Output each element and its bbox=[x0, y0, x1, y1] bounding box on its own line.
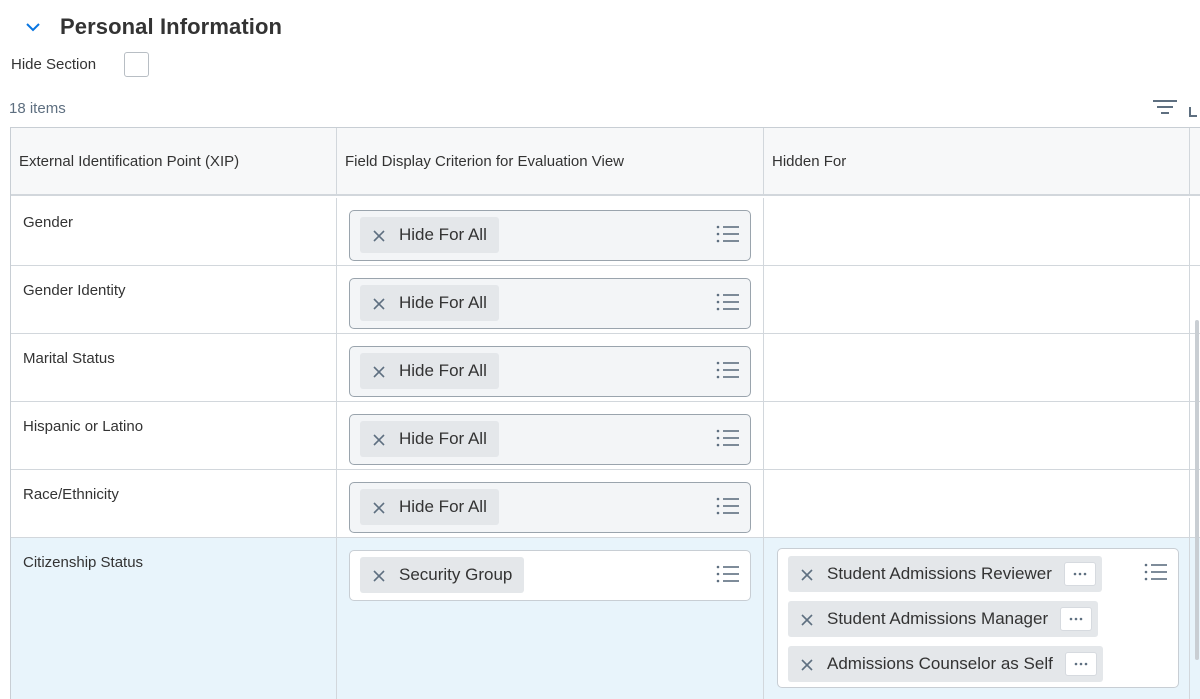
criterion-cell: Hide For All bbox=[337, 470, 764, 537]
pill-label: Hide For All bbox=[399, 429, 487, 448]
table-row: Hispanic or Latino Hide For All bbox=[11, 402, 1200, 470]
xip-cell: Gender Identity bbox=[11, 266, 337, 333]
xip-cell: Gender bbox=[11, 198, 337, 265]
section-title: Personal Information bbox=[60, 14, 283, 39]
pill-label: Student Admissions Manager bbox=[827, 609, 1049, 628]
hide-section-checkbox[interactable] bbox=[124, 52, 150, 77]
section-header: Personal Information bbox=[22, 14, 282, 40]
selected-pill: Hide For All bbox=[360, 217, 499, 253]
pill-label: Hide For All bbox=[399, 293, 487, 312]
hidden-for-cell bbox=[764, 470, 1190, 537]
more-icon[interactable] bbox=[1064, 652, 1097, 676]
pill-label: Security Group bbox=[399, 565, 513, 584]
criterion-cell: Hide For All bbox=[337, 334, 764, 401]
hide-section-label: Hide Section bbox=[11, 56, 97, 73]
criterion-cell: Hide For All bbox=[337, 198, 764, 265]
xip-cell: Citizenship Status bbox=[11, 538, 337, 699]
close-icon[interactable] bbox=[372, 432, 386, 446]
chevron-down-icon[interactable] bbox=[22, 16, 44, 38]
pill-label: Admissions Counselor as Self bbox=[827, 654, 1053, 673]
prompt-list-icon[interactable] bbox=[716, 360, 740, 380]
criterion-cell: Hide For All bbox=[337, 266, 764, 333]
prompt-list-icon[interactable] bbox=[716, 496, 740, 516]
prompt-list-icon[interactable] bbox=[716, 428, 740, 448]
grid-body: Gender Hide For All Gender Identity Hide… bbox=[11, 198, 1200, 699]
filter-icon[interactable] bbox=[1152, 98, 1178, 118]
pill-label: Hide For All bbox=[399, 497, 487, 516]
close-icon[interactable] bbox=[372, 568, 386, 582]
vertical-scrollbar[interactable] bbox=[1195, 320, 1199, 660]
selected-pill: Student Admissions Manager bbox=[788, 601, 1099, 637]
hidden-for-cell bbox=[764, 334, 1190, 401]
selected-pill: Hide For All bbox=[360, 285, 499, 321]
column-header-criterion[interactable]: Field Display Criterion for Evaluation V… bbox=[337, 128, 764, 194]
xip-cell: Hispanic or Latino bbox=[11, 402, 337, 469]
pill-label: Student Admissions Reviewer bbox=[827, 564, 1052, 583]
table-row: Gender Identity Hide For All bbox=[11, 266, 1200, 334]
close-icon[interactable] bbox=[372, 364, 386, 378]
column-header-xip[interactable]: External Identification Point (XIP) bbox=[11, 128, 337, 194]
criterion-cell: Security Group bbox=[337, 538, 764, 699]
more-icon[interactable] bbox=[1060, 607, 1093, 631]
hide-section-row: Hide Section bbox=[11, 52, 150, 77]
column-header-hidden-for[interactable]: Hidden For bbox=[764, 128, 1190, 194]
selected-pill: Hide For All bbox=[360, 421, 499, 457]
close-icon[interactable] bbox=[800, 567, 814, 581]
close-icon[interactable] bbox=[372, 296, 386, 310]
pill-label: Hide For All bbox=[399, 361, 487, 380]
selected-pill: Admissions Counselor as Self bbox=[788, 646, 1103, 682]
more-icon[interactable] bbox=[1063, 562, 1096, 586]
table-row-selected: Citizenship Status Security Group Studen… bbox=[11, 538, 1200, 699]
close-icon[interactable] bbox=[800, 612, 814, 626]
criterion-cell: Hide For All bbox=[337, 402, 764, 469]
criterion-prompt[interactable]: Hide For All bbox=[349, 482, 751, 533]
criterion-prompt[interactable]: Hide For All bbox=[349, 346, 751, 397]
prompt-list-icon[interactable] bbox=[716, 564, 740, 584]
table-row: Race/Ethnicity Hide For All bbox=[11, 470, 1200, 538]
selected-pill: Hide For All bbox=[360, 489, 499, 525]
criterion-prompt[interactable]: Hide For All bbox=[349, 278, 751, 329]
selected-pill: Security Group bbox=[360, 557, 525, 593]
table-row: Gender Hide For All bbox=[11, 198, 1200, 266]
xip-cell: Race/Ethnicity bbox=[11, 470, 337, 537]
close-icon[interactable] bbox=[372, 500, 386, 514]
close-icon[interactable] bbox=[372, 228, 386, 242]
data-grid: External Identification Point (XIP) Fiel… bbox=[10, 127, 1200, 699]
expand-icon[interactable] bbox=[1188, 104, 1198, 118]
pill-label: Hide For All bbox=[399, 225, 487, 244]
prompt-list-icon[interactable] bbox=[716, 292, 740, 312]
hidden-for-cell bbox=[764, 198, 1190, 265]
prompt-list-icon[interactable] bbox=[1144, 562, 1168, 582]
hidden-for-prompt[interactable]: Student Admissions Reviewer Student Admi… bbox=[777, 548, 1179, 688]
criterion-prompt[interactable]: Security Group bbox=[349, 550, 751, 601]
selected-pill: Student Admissions Reviewer bbox=[788, 556, 1102, 592]
criterion-prompt[interactable]: Hide For All bbox=[349, 414, 751, 465]
selected-pill: Hide For All bbox=[360, 353, 499, 389]
close-icon[interactable] bbox=[800, 657, 814, 671]
criterion-prompt[interactable]: Hide For All bbox=[349, 210, 751, 261]
table-row: Marital Status Hide For All bbox=[11, 334, 1200, 402]
hidden-for-cell bbox=[764, 402, 1190, 469]
prompt-list-icon[interactable] bbox=[716, 224, 740, 244]
grid-header: External Identification Point (XIP) Fiel… bbox=[11, 128, 1200, 196]
hidden-for-cell bbox=[764, 266, 1190, 333]
xip-cell: Marital Status bbox=[11, 334, 337, 401]
items-count: 18 items bbox=[9, 100, 66, 117]
hidden-for-cell: Student Admissions Reviewer Student Admi… bbox=[764, 538, 1190, 699]
